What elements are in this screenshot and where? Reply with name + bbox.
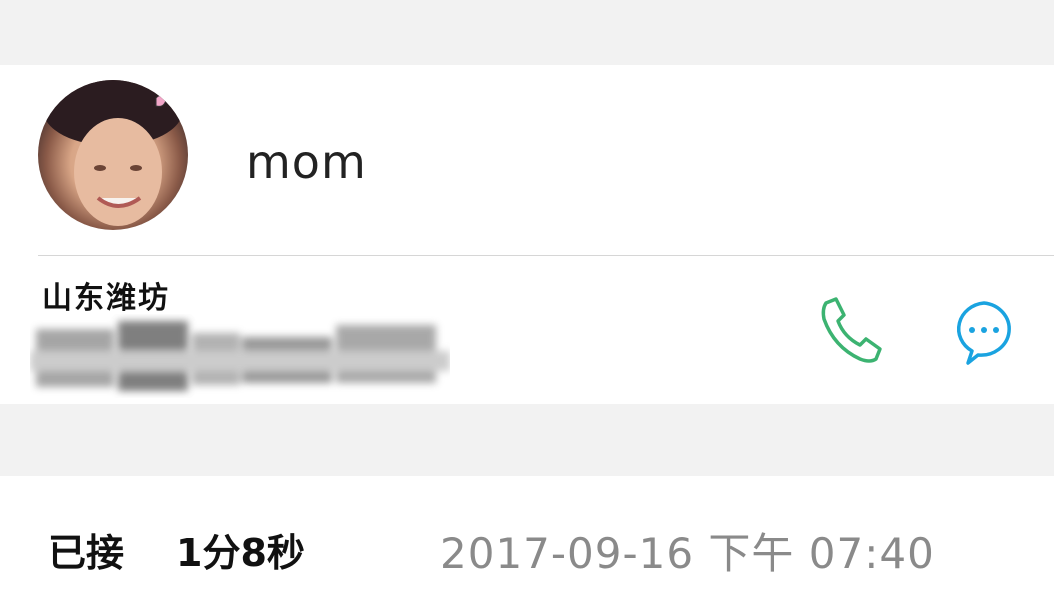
call-button[interactable]: [812, 293, 888, 369]
top-spacer: [0, 0, 1054, 65]
phone-icon: [821, 297, 882, 363]
contact-name: mom: [246, 135, 367, 189]
call-status: 已接: [48, 531, 125, 575]
call-log-row[interactable]: 已接 1分8秒 2017-09-16 下午 07:40: [0, 476, 1054, 606]
avatar[interactable]: [38, 80, 188, 230]
call-duration: 1分8秒: [176, 531, 305, 575]
avatar-photo: [43, 80, 183, 226]
section-spacer: [0, 404, 1054, 476]
contact-card: mom 山东潍坊: [0, 65, 1054, 404]
message-button[interactable]: [946, 293, 1022, 369]
divider: [38, 255, 1054, 256]
chat-bubble-icon: [957, 301, 1011, 365]
phone-number-redacted: [30, 321, 450, 391]
call-timestamp: 2017-09-16 下午 07:40: [440, 529, 935, 578]
